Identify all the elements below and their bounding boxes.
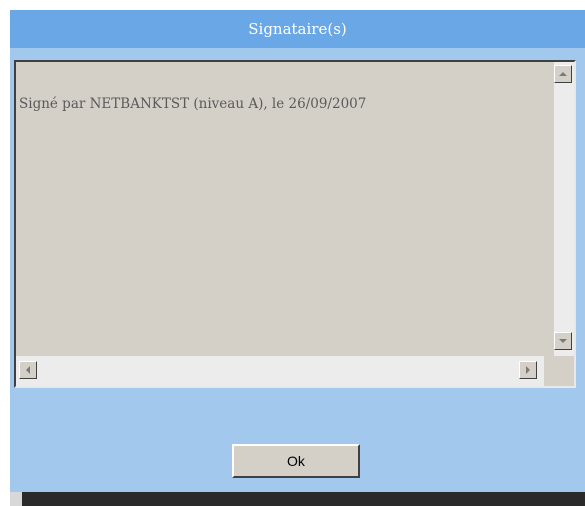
dialog-title: Signataire(s) — [10, 10, 585, 48]
horizontal-scrollbar[interactable] — [16, 356, 544, 386]
scrollbar-corner — [544, 356, 574, 386]
scroll-left-button[interactable] — [19, 361, 37, 379]
triangle-left-icon — [26, 366, 30, 374]
scroll-down-button[interactable] — [554, 332, 572, 350]
signature-line: Signé par NETBANKTST (niveau A), le 26/0… — [19, 96, 367, 112]
triangle-up-icon — [559, 72, 567, 76]
signatures-content: Signé par NETBANKTST (niveau A), le 26/0… — [16, 62, 544, 358]
triangle-down-icon — [559, 339, 567, 343]
triangle-right-icon — [526, 366, 530, 374]
scroll-right-button[interactable] — [519, 361, 537, 379]
dialog-shadow — [22, 492, 585, 506]
signatures-textarea[interactable]: Signé par NETBANKTST (niveau A), le 26/0… — [14, 60, 576, 388]
dialog-shadow-left — [10, 492, 22, 506]
vertical-scrollbar[interactable] — [554, 62, 574, 356]
signatories-dialog: Signataire(s) Signé par NETBANKTST (nive… — [10, 10, 585, 492]
title-separator — [10, 48, 585, 58]
scroll-up-button[interactable] — [554, 65, 572, 83]
ok-button[interactable]: Ok — [232, 444, 360, 478]
